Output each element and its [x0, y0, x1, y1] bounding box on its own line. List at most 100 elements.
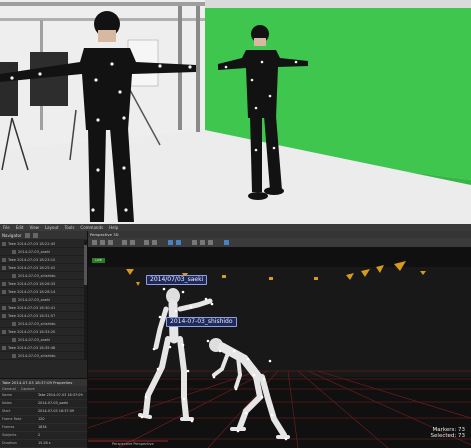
marker-count-readout: Markers: 73 Selected: 73	[431, 427, 465, 439]
selected-count: Selected: 73	[430, 433, 465, 439]
take-label: Take 2014-07-03 18:25:02	[8, 265, 56, 270]
take-row[interactable]: Take 2014-07-03 18:31:57	[0, 312, 84, 320]
visibility-checkbox-icon[interactable]	[2, 241, 6, 246]
visibility-checkbox-icon[interactable]	[12, 249, 16, 254]
select-tool-icon[interactable]	[92, 240, 97, 245]
property-value[interactable]: 1834	[38, 424, 47, 431]
take-label: 2014-07-03_shishido	[18, 321, 56, 326]
view-front-icon[interactable]	[192, 240, 197, 245]
property-row: Subjects 2	[0, 432, 87, 440]
visibility-checkbox-icon[interactable]	[2, 289, 6, 294]
property-value[interactable]: 2	[38, 432, 40, 439]
take-row[interactable]: Take 2014-07-03 18:23:10	[0, 256, 84, 264]
navigator-title: Navigator	[2, 232, 22, 238]
filter-icon[interactable]	[24, 232, 30, 238]
studio-photo-drawing	[0, 0, 471, 224]
viewport-pane: Perspective 3D LIVE 2014/07/03_saeki 201…	[88, 231, 471, 448]
visibility-checkbox-icon[interactable]	[12, 321, 16, 326]
menu-bar: File Edit View Layout Tools Commands Hel…	[0, 224, 471, 231]
take-subject-row[interactable]: 2014-07-03_saeki	[0, 336, 84, 344]
property-row: Notes 2014-07-03_saeki	[0, 400, 87, 408]
take-label: Take 2014-07-03 18:22:45	[8, 241, 56, 246]
property-row: Name Take 2014-07-03 18:37:09	[0, 392, 87, 400]
take-list: Take 2014-07-03 18:22:45 2014-07-03_saeki…	[0, 240, 84, 360]
live-badge: LIVE	[92, 258, 105, 263]
visibility-checkbox-icon[interactable]	[12, 337, 16, 342]
take-label: Take 2014-07-03 18:23:10	[8, 257, 56, 262]
menu-commands[interactable]: Commands	[80, 224, 103, 231]
take-label: Take 2014-07-03 18:30:41	[8, 305, 56, 310]
marker-toggle-icon[interactable]	[168, 240, 173, 245]
property-value[interactable]: Take 2014-07-03 18:37:09	[38, 392, 83, 399]
skeleton-toggle-icon[interactable]	[176, 240, 181, 245]
subject-label-shishido[interactable]: 2014-07-03_shishido	[166, 317, 237, 327]
property-key: Subjects	[2, 433, 17, 437]
visibility-checkbox-icon[interactable]	[2, 305, 6, 310]
visibility-checkbox-icon[interactable]	[2, 265, 6, 270]
take-subject-row[interactable]: 2014-07-03_shishido	[0, 352, 84, 360]
property-key: Name	[2, 393, 13, 397]
take-row[interactable]: Take 2014-07-03 18:26:33	[0, 280, 84, 288]
property-value[interactable]: 2014-07-03_saeki	[38, 400, 68, 407]
take-label: 2014-07-03_shishido	[18, 273, 56, 278]
take-row[interactable]: Take 2014-07-03 18:30:41	[0, 304, 84, 312]
menu-help[interactable]: Help	[109, 224, 118, 231]
camera-icon[interactable]	[144, 240, 149, 245]
studio-photo	[0, 0, 471, 224]
property-row: Duration 15.28 s	[0, 440, 87, 448]
visibility-checkbox-icon[interactable]	[12, 353, 16, 358]
take-row[interactable]: Take 2014-07-03 18:22:45	[0, 240, 84, 248]
move-tool-icon[interactable]	[100, 240, 105, 245]
viewport-tab[interactable]: Perspective 3D	[88, 231, 471, 238]
visibility-checkbox-icon[interactable]	[12, 297, 16, 302]
navigator-panel: Navigator Take 2014-07-03 18:22:45 2014-0…	[0, 231, 88, 448]
perspective-label: Perspective Perspective	[112, 442, 154, 446]
take-list-scrollbar[interactable]	[84, 240, 87, 360]
take-row[interactable]: Take 2014-07-03 18:35:48	[0, 344, 84, 352]
property-row: Frame Rate 120	[0, 416, 87, 424]
menu-edit[interactable]: Edit	[16, 224, 24, 231]
rotate-tool-icon[interactable]	[108, 240, 113, 245]
properties-panel: Take 2014-07-03 18:37:09 Properties Gene…	[0, 378, 87, 448]
take-row[interactable]: Take 2014-07-03 18:33:20	[0, 328, 84, 336]
take-label: Take 2014-07-03 18:31:57	[8, 313, 56, 318]
subject-label-saeki[interactable]: 2014/07/03_saeki	[146, 275, 208, 285]
take-label: Take 2014-07-03 18:28:14	[8, 289, 56, 294]
visibility-checkbox-icon[interactable]	[2, 329, 6, 334]
take-row[interactable]: Take 2014-07-03 18:25:02	[0, 264, 84, 272]
take-subject-row[interactable]: 2014-07-03_saeki	[0, 248, 84, 256]
take-row[interactable]: Take 2014-07-03 18:28:14	[0, 288, 84, 296]
play-icon[interactable]	[122, 240, 127, 245]
menu-file[interactable]: File	[3, 224, 10, 231]
take-label: 2014-07-03_saeki	[18, 249, 51, 254]
scrollbar-thumb[interactable]	[84, 245, 87, 285]
visibility-checkbox-icon[interactable]	[2, 313, 6, 318]
take-label: Take 2014-07-03 18:26:33	[8, 281, 56, 286]
mocap-application: File Edit View Layout Tools Commands Hel…	[0, 224, 471, 448]
property-value[interactable]: 2014-07-03 18:37:09	[38, 408, 74, 415]
visibility-checkbox-icon[interactable]	[12, 273, 16, 278]
visibility-checkbox-icon[interactable]	[2, 281, 6, 286]
take-subject-row[interactable]: 2014-07-03_shishido	[0, 320, 84, 328]
take-label: Take 2014-07-03 18:33:20	[8, 329, 56, 334]
property-key: Frames	[2, 425, 15, 429]
menu-tools[interactable]: Tools	[65, 224, 75, 231]
grid-icon[interactable]	[152, 240, 157, 245]
take-subject-row[interactable]: 2014-07-03_saeki	[0, 296, 84, 304]
take-subject-row[interactable]: 2014-07-03_shishido	[0, 272, 84, 280]
property-row: Start 2014-07-03 18:37:09	[0, 408, 87, 416]
layout-icon[interactable]	[224, 240, 229, 245]
menu-view[interactable]: View	[29, 224, 39, 231]
refresh-icon[interactable]	[32, 232, 38, 238]
viewport-toolbar	[88, 238, 471, 247]
menu-layout[interactable]: Layout	[45, 224, 59, 231]
visibility-checkbox-icon[interactable]	[2, 345, 6, 350]
property-value[interactable]: 15.28 s	[38, 440, 51, 447]
3d-viewport[interactable]: LIVE 2014/07/03_saeki 2014-07-03_shishid…	[88, 247, 471, 448]
visibility-checkbox-icon[interactable]	[2, 257, 6, 262]
property-row: Frames 1834	[0, 424, 87, 432]
view-side-icon[interactable]	[200, 240, 205, 245]
property-value[interactable]: 120	[38, 416, 44, 423]
stop-icon[interactable]	[130, 240, 135, 245]
view-top-icon[interactable]	[208, 240, 213, 245]
